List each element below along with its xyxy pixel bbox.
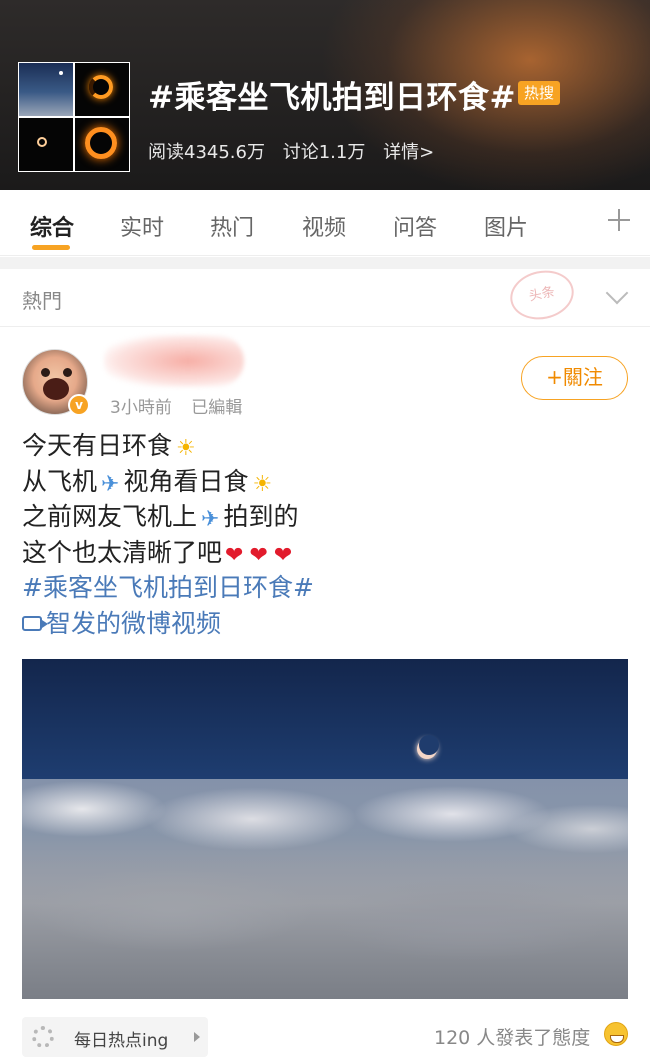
tab-video[interactable]: 视频 — [302, 210, 346, 242]
tab-bar: 综合 实时 热门 视频 问答 图片 — [0, 190, 650, 256]
plus-icon[interactable] — [607, 208, 631, 232]
airplane-icon: ✈ — [101, 471, 120, 497]
tab-pictures[interactable]: 图片 — [484, 210, 528, 242]
video-camera-icon — [22, 615, 48, 631]
verified-icon: v — [68, 394, 90, 416]
sun-icon: ☀ — [252, 471, 273, 497]
stamp-watermark: 头条 — [505, 264, 579, 326]
post-line: 今天有日环食 ☀ — [22, 428, 314, 464]
topic-title: #乘客坐飞机拍到日环食# — [148, 80, 516, 116]
source-label: 每日热点ing — [74, 1031, 169, 1051]
sun-icon: ☀ — [176, 436, 196, 461]
heart-icon: ❤ — [249, 542, 268, 568]
post-text: 今天有日环食 ☀ 从飞机 ✈ 视角看日食 ☀ 之前网友飞机上 ✈ 拍到的 这个也太清晰了吧 ❤… — [22, 428, 314, 641]
divider — [0, 257, 650, 269]
flower-icon — [32, 1026, 54, 1048]
reaction-count[interactable]: 120 人發表了態度 — [434, 1023, 590, 1050]
avatar-eye — [41, 368, 50, 377]
chevron-right-icon — [194, 1032, 200, 1042]
discussion-count: 讨论1.1万 — [282, 142, 366, 163]
post-text-segment: 拍到的 — [223, 502, 299, 531]
post-text-segment: 这个也太清晰了吧 — [22, 537, 223, 567]
tab-realtime[interactable]: 实时 — [120, 210, 164, 242]
video-link[interactable]: 智发的微博视频 — [22, 609, 221, 638]
source-chip[interactable]: 每日热点ing — [22, 1017, 208, 1057]
hashtag-link[interactable]: #乘客坐飞机拍到日环食# — [22, 573, 314, 602]
section-label: 熱門 — [22, 289, 62, 313]
airplane-icon: ✈ — [201, 507, 220, 532]
details-link[interactable]: 详情> — [383, 142, 434, 163]
cover-eclipse-tile — [19, 118, 73, 171]
topic-header: #乘客坐飞机拍到日环食# 热搜 阅读4345.6万 讨论1.1万 详情> — [0, 0, 650, 190]
follow-button[interactable]: +關注 — [521, 356, 628, 400]
active-tab-indicator — [32, 245, 70, 250]
edited-label[interactable]: 已編輯 — [191, 398, 242, 418]
post-text-segment: 今天有日环食 — [22, 431, 173, 460]
cover-sky-tile — [19, 63, 73, 116]
tab-qa[interactable]: 问答 — [393, 210, 437, 242]
topic-cover-image[interactable] — [18, 62, 130, 172]
video-thumbnail[interactable] — [22, 659, 628, 999]
tab-hot[interactable]: 热门 — [210, 210, 254, 242]
cover-eclipse-tile — [75, 63, 129, 116]
avatar-eye — [63, 368, 72, 377]
eclipse-moon — [419, 735, 439, 755]
tab-comprehensive[interactable]: 综合 — [30, 210, 74, 242]
post-text-segment: 从飞机 — [22, 466, 98, 496]
heart-icon: ❤ — [225, 542, 244, 568]
topic-stats: 阅读4345.6万 讨论1.1万 详情> — [148, 138, 446, 164]
username-redaction — [104, 335, 244, 387]
heart-icon: ❤ — [273, 542, 293, 568]
post-line: 之前网友飞机上 ✈ 拍到的 — [22, 499, 314, 535]
post-line: #乘客坐飞机拍到日环食# — [22, 570, 314, 606]
video-link-label: 智发的微博视频 — [46, 608, 222, 638]
section-header: 熱門 头条 — [0, 264, 650, 327]
cloud-layer — [22, 779, 628, 999]
post-line: 这个也太清晰了吧 ❤ ❤ ❤ — [22, 535, 314, 571]
post-text-segment: 视角看日食 — [123, 466, 249, 496]
grin-icon[interactable] — [604, 1022, 628, 1046]
post-line: 从飞机 ✈ 视角看日食 ☀ — [22, 464, 314, 500]
hot-search-badge: 热搜 — [518, 81, 560, 105]
post-time: 3小時前 — [110, 398, 172, 418]
post-line: 智发的微博视频 — [22, 606, 314, 642]
read-count: 阅读4345.6万 — [148, 142, 265, 163]
post-meta: 3小時前 已編輯 — [110, 393, 256, 418]
avatar-mouth — [43, 378, 69, 400]
post-text-segment: 之前网友飞机上 — [22, 502, 198, 531]
cover-eclipse-tile — [75, 118, 129, 171]
